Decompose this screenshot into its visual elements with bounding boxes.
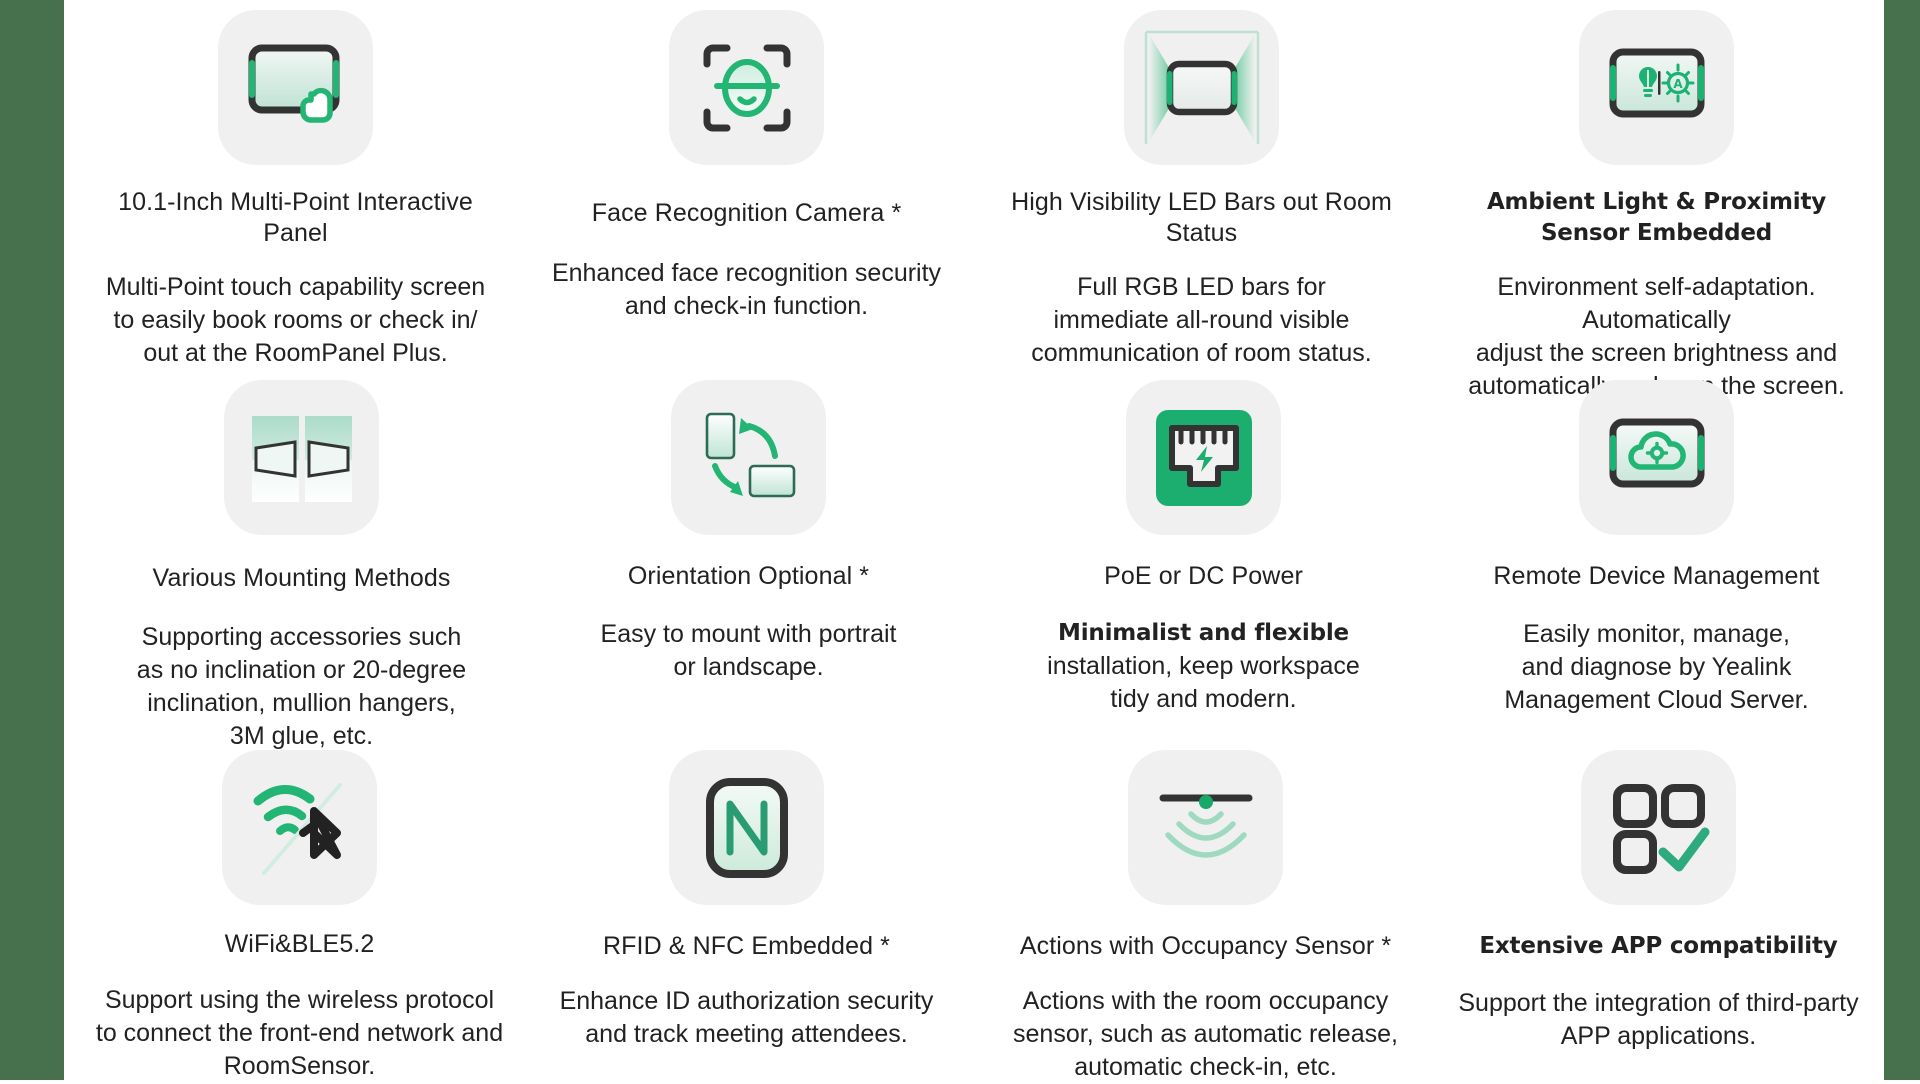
feature-title: High Visibility LED Bars out Room Status: [1011, 188, 1392, 247]
app-compatibility-grid-check-icon: [1581, 750, 1736, 905]
feature-description: Minimalist and flexible installation, kee…: [1047, 616, 1360, 716]
feature-title: Actions with Occupancy Sensor *: [1019, 932, 1392, 960]
ambient-light-proximity-sensor-icon: A: [1579, 10, 1734, 165]
feature-title: PoE or DC Power: [1104, 562, 1303, 590]
feature-description: Easy to mount with portrait or landscape…: [600, 620, 897, 681]
feature-title: Ambient Light & Proximity Sensor Embedde…: [1486, 189, 1827, 246]
feature-description: Enhance ID authorization security and tr…: [559, 987, 934, 1048]
right-green-band: [1884, 0, 1920, 1080]
feature-description: Support using the wireless protocol to c…: [95, 986, 504, 1080]
various-mounting-methods-icon: [224, 380, 379, 535]
left-green-band: [0, 0, 64, 1080]
face-recognition-camera-icon: [669, 10, 824, 165]
feature-card: WiFi&BLE5.2 Support using the wireless p…: [64, 740, 519, 1080]
occupancy-sensor-icon: [1128, 750, 1283, 905]
feature-title: WiFi&BLE5.2: [224, 930, 375, 958]
feature-title: Face Recognition Camera *: [591, 199, 902, 227]
feature-title: Orientation Optional *: [627, 562, 870, 590]
feature-description: Support the integration of third-party A…: [1458, 989, 1859, 1050]
feature-description: Enhanced face recognition security and c…: [551, 259, 942, 320]
feature-card: A Ambient Light & Proximity Sensor Embed…: [1429, 0, 1884, 400]
feature-card: Extensive APP compatibility Support the …: [1429, 740, 1884, 1080]
feature-description-emphasis: Minimalist and flexible: [1058, 620, 1349, 646]
feature-card: High Visibility LED Bars out Room Status…: [974, 0, 1429, 370]
feature-title: Various Mounting Methods: [152, 564, 451, 592]
feature-card: RFID & NFC Embedded * Enhance ID authori…: [519, 740, 974, 1080]
feature-description: Multi-Point touch capability screen to e…: [105, 273, 486, 367]
feature-title: RFID & NFC Embedded *: [603, 932, 890, 960]
feature-description: Actions with the room occupancy sensor, …: [1013, 987, 1398, 1081]
feature-description: Supporting accessories such as no inclin…: [136, 623, 467, 750]
feature-title: 10.1-Inch Multi-Point Interactive Panel: [118, 188, 473, 247]
feature-description: Easily monitor, manage, and diagnose by …: [1504, 620, 1809, 714]
features-grid: 10.1-Inch Multi-Point Interactive Panel …: [64, 0, 1884, 1081]
wifi-bluetooth-icon: [222, 750, 377, 905]
feature-card: Actions with Occupancy Sensor * Actions …: [974, 740, 1429, 1081]
feature-card: Face Recognition Camera * Enhanced face …: [519, 0, 974, 370]
feature-card: PoE or DC Power Minimalist and flexible i…: [974, 370, 1429, 740]
remote-device-cloud-management-icon: [1579, 380, 1734, 535]
svg-text:A: A: [1673, 77, 1683, 91]
interactive-panel-touch-icon: [218, 10, 373, 165]
feature-description-rest: installation, keep workspace tidy and mo…: [1047, 652, 1360, 713]
feature-description: Full RGB LED bars for immediate all-roun…: [1031, 273, 1372, 367]
feature-card: Remote Device Management Easily monitor,…: [1429, 370, 1884, 740]
orientation-rotate-icon: [671, 380, 826, 535]
poe-ethernet-power-icon: [1126, 380, 1281, 535]
led-bars-room-status-icon: [1124, 10, 1279, 165]
feature-card: 10.1-Inch Multi-Point Interactive Panel …: [64, 0, 519, 370]
feature-card: Various Mounting Methods Supporting acce…: [64, 370, 519, 750]
nfc-rfid-icon: [669, 750, 824, 905]
feature-card: Orientation Optional * Easy to mount wit…: [519, 370, 974, 740]
feature-title: Extensive APP compatibility: [1479, 933, 1838, 959]
feature-title: Remote Device Management: [1493, 562, 1820, 590]
feature-grid-page: 10.1-Inch Multi-Point Interactive Panel …: [0, 0, 1920, 1081]
